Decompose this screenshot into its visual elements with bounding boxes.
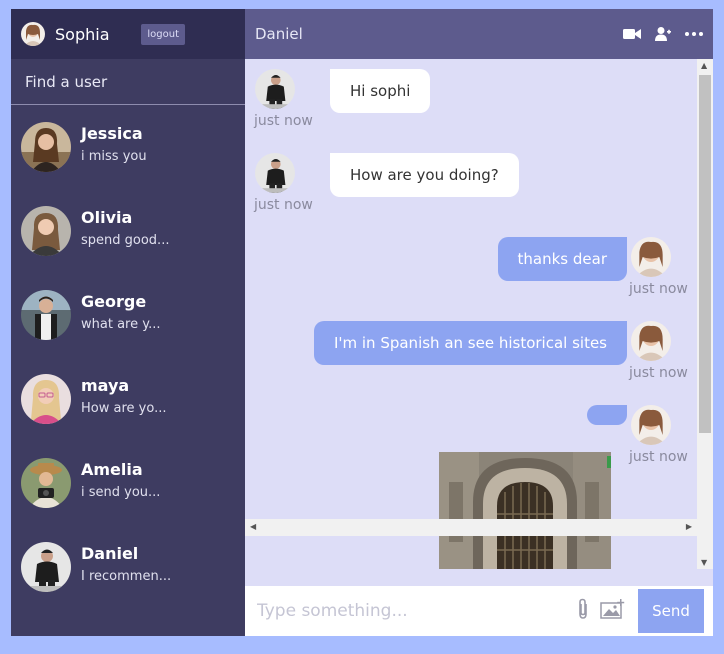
chat-item-george[interactable]: George what are y... — [11, 273, 245, 357]
chat-title: Daniel — [255, 25, 303, 43]
maya-avatar — [21, 374, 71, 424]
chat-last-message: How are yo... — [81, 401, 167, 416]
message-time: just now — [629, 281, 688, 297]
message-bubble: thanks dear — [497, 237, 627, 281]
attached-image[interactable] — [439, 452, 611, 569]
chat-name: Daniel — [81, 544, 139, 563]
current-user-name: Sophia — [55, 24, 110, 44]
chat-last-message: i miss you — [81, 149, 147, 164]
scroll-left-arrow-icon[interactable]: ◀ — [250, 522, 256, 531]
message-bubble: Hi sophi — [330, 69, 431, 113]
paperclip-icon[interactable] — [576, 598, 590, 624]
chat-name: Olivia — [81, 208, 133, 227]
send-button[interactable]: Send — [638, 589, 704, 633]
find-user-input[interactable] — [23, 71, 233, 92]
amelia-avatar — [21, 458, 71, 508]
scroll-up-arrow-icon[interactable]: ▲ — [701, 61, 707, 70]
chat-app: Sophia logout Jessica i miss you — [11, 9, 713, 636]
own-avatar — [631, 237, 671, 277]
message-input[interactable] — [255, 600, 576, 622]
chat-last-message: what are y... — [81, 317, 161, 332]
message-time: just now — [629, 449, 688, 465]
sender-avatar — [255, 153, 295, 193]
chat-item-daniel[interactable]: Daniel I recommen... — [11, 525, 245, 609]
vertical-scrollbar[interactable]: ▲ ▼ — [697, 59, 713, 569]
chat-item-olivia[interactable]: Olivia spend good... — [11, 189, 245, 273]
chat-name: maya — [81, 376, 130, 395]
chat-last-message: I recommen... — [81, 569, 172, 584]
chat-header: Daniel — [245, 9, 713, 59]
empty-message-bubble — [587, 405, 627, 425]
message-bubble: How are you doing? — [330, 153, 519, 197]
chat-item-maya[interactable]: maya How are yo... — [11, 357, 245, 441]
chat-item-amelia[interactable]: Amelia i send you... — [11, 441, 245, 525]
scroll-right-arrow-icon[interactable]: ▶ — [686, 522, 692, 531]
chat-panel: Daniel just now Hi sophi just now How ar… — [245, 9, 713, 636]
jessica-avatar — [21, 122, 71, 172]
own-avatar — [631, 321, 671, 361]
more-options-icon[interactable] — [685, 32, 703, 36]
message-bubble: I'm in Spanish an see historical sites — [313, 321, 627, 365]
chat-list: Jessica i miss you Olivia spend good... — [11, 105, 245, 636]
user-search — [11, 59, 245, 105]
scroll-down-arrow-icon[interactable]: ▼ — [701, 558, 707, 567]
chat-item-jessica[interactable]: Jessica i miss you — [11, 105, 245, 189]
current-user-avatar[interactable] — [21, 22, 45, 46]
message-time: just now — [254, 197, 313, 213]
daniel-avatar — [21, 542, 71, 592]
chat-last-message: i send you... — [81, 485, 161, 500]
message-time: just now — [629, 365, 688, 381]
chat-last-message: spend good... — [81, 233, 170, 248]
video-camera-icon[interactable] — [623, 28, 641, 40]
chat-name: George — [81, 292, 147, 311]
vertical-scroll-thumb[interactable] — [699, 75, 711, 433]
sender-avatar — [255, 69, 295, 109]
message-time: just now — [254, 113, 313, 129]
message-input-bar: Send — [245, 586, 713, 636]
chat-name: Amelia — [81, 460, 143, 479]
olivia-avatar — [21, 206, 71, 256]
george-avatar — [21, 290, 71, 340]
messages-area[interactable]: just now Hi sophi just now How are you d… — [245, 59, 713, 569]
horizontal-scrollbar[interactable]: ◀ ▶ — [245, 519, 713, 536]
add-user-icon[interactable] — [655, 26, 671, 42]
logout-button[interactable]: logout — [141, 23, 185, 45]
chat-name: Jessica — [81, 124, 143, 143]
add-image-icon[interactable] — [600, 598, 626, 624]
sidebar-header: Sophia logout — [11, 9, 245, 59]
own-avatar — [631, 405, 671, 445]
sidebar: Sophia logout Jessica i miss you — [11, 9, 245, 636]
